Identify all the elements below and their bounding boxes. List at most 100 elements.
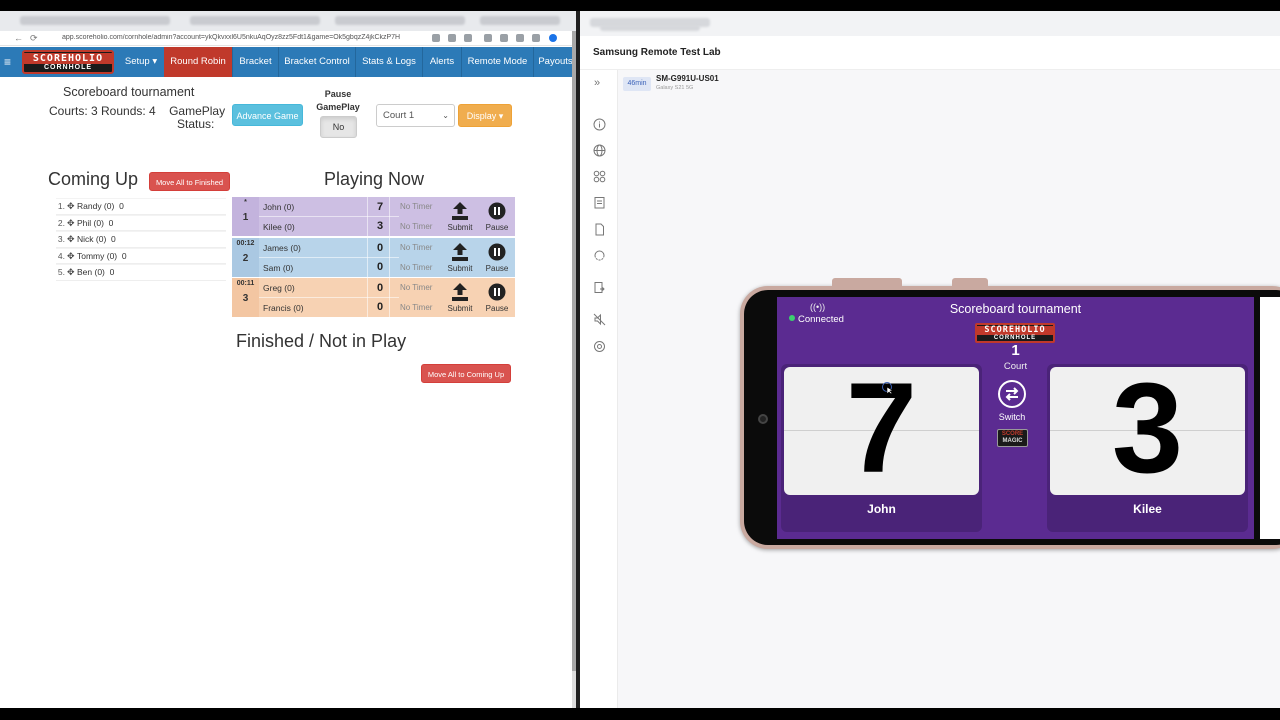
apps-icon[interactable]: [593, 170, 606, 183]
switch-icon[interactable]: [997, 379, 1027, 409]
pause-label-line2: GamePlay: [316, 102, 360, 112]
nav-round-robin[interactable]: Round Robin: [164, 47, 232, 77]
player-name: Randy (0) 0: [77, 201, 124, 211]
profile-icon[interactable]: [549, 34, 557, 42]
court-number: 1: [1011, 342, 1020, 359]
item-number: 3.: [57, 234, 65, 244]
nav-bracket[interactable]: Bracket: [232, 47, 278, 77]
column-divider: [367, 238, 368, 277]
browser-tab[interactable]: [335, 16, 465, 25]
extension-icon[interactable]: [532, 34, 540, 42]
column-divider: [389, 238, 390, 277]
nav-remote-mode[interactable]: Remote Mode: [461, 47, 533, 77]
no-timer-label: No Timer: [400, 243, 433, 252]
pause-button[interactable]: Pause: [480, 199, 514, 235]
submit-button[interactable]: Submit: [443, 280, 477, 316]
submit-label: Submit: [447, 264, 473, 273]
clipboard-icon[interactable]: [593, 196, 606, 209]
player-2-score[interactable]: 0: [377, 261, 383, 273]
list-item[interactable]: 3. ✥ Nick (0) 0: [56, 231, 226, 248]
submit-label: Submit: [447, 223, 473, 232]
logo-text-top: SCOREHOLIO: [977, 326, 1053, 335]
scoreholio-logo[interactable]: SCOREHOLIO CORNHOLE: [22, 50, 114, 74]
settings-icon[interactable]: [593, 340, 606, 353]
expand-icon[interactable]: »: [594, 77, 600, 89]
mute-icon[interactable]: [593, 313, 606, 326]
nav-bracket-control[interactable]: Bracket Control: [278, 47, 355, 77]
phone-volume-button[interactable]: [832, 278, 902, 286]
drag-handle-icon[interactable]: ✥: [67, 249, 75, 264]
pause-button[interactable]: Pause: [480, 280, 514, 316]
phone-screen[interactable]: ((•)) Connected Scoreboard tournament SC…: [777, 297, 1254, 539]
right-score-card[interactable]: 3: [1050, 367, 1245, 495]
nav-payouts[interactable]: Payouts: [533, 47, 576, 77]
extension-icon[interactable]: [516, 34, 524, 42]
drag-handle-icon[interactable]: ✥: [67, 216, 75, 231]
tournament-title: Scoreboard tournament: [63, 85, 195, 99]
display-button[interactable]: Display ▾: [458, 104, 512, 127]
drag-handle-icon[interactable]: ✥: [67, 199, 75, 214]
player-1-name: Greg (0): [263, 283, 295, 293]
menu-icon[interactable]: ≡: [4, 55, 14, 69]
nav-alerts[interactable]: Alerts: [422, 47, 461, 77]
list-item[interactable]: 5. ✥ Ben (0) 0: [56, 264, 226, 281]
player-1-score[interactable]: 7: [377, 201, 383, 213]
row-divider: [259, 297, 399, 298]
magic-text-bottom: MAGIC: [1002, 438, 1023, 444]
browser-tab[interactable]: [20, 16, 170, 25]
magic-text-top: SCORE: [1001, 431, 1024, 437]
nav-stats-logs[interactable]: Stats & Logs: [355, 47, 422, 77]
file-icon[interactable]: [593, 223, 606, 236]
edge-panel[interactable]: [1260, 297, 1280, 539]
player-1-score[interactable]: 0: [377, 242, 383, 254]
star-icon[interactable]: [464, 34, 472, 42]
list-item[interactable]: 1. ✥ Randy (0) 0: [56, 198, 226, 215]
court-select[interactable]: Court 1 ⌄: [376, 104, 455, 127]
phone-device: ((•)) Connected Scoreboard tournament SC…: [740, 278, 1280, 549]
chevron-down-icon: ⌄: [442, 111, 449, 120]
nav-setup[interactable]: Setup ▾: [118, 47, 164, 77]
right-score[interactable]: 3: [1050, 367, 1245, 495]
share-icon[interactable]: [448, 34, 456, 42]
column-divider: [389, 278, 390, 317]
globe-icon[interactable]: [593, 144, 606, 157]
submit-button[interactable]: Submit: [443, 199, 477, 235]
player-2-name: Kilee (0): [263, 222, 295, 232]
move-all-to-coming-up-button[interactable]: Move All to Coming Up: [421, 364, 511, 383]
item-number: 4.: [57, 250, 65, 261]
browser-tab[interactable]: [480, 16, 560, 25]
submit-button[interactable]: Submit: [443, 240, 477, 276]
list-item[interactable]: 2. ✥ Phil (0) 0: [56, 214, 226, 231]
extension-icon[interactable]: [500, 34, 508, 42]
extension-icon[interactable]: [484, 34, 492, 42]
column-divider: [389, 197, 390, 236]
court-timer: 00:12: [236, 240, 255, 247]
url-text[interactable]: app.scoreholio.com/cornhole/admin?accoun…: [62, 34, 422, 41]
player-name: Ben (0) 0: [77, 267, 115, 277]
pause-label: Pause: [485, 264, 509, 273]
drag-handle-icon[interactable]: ✥: [67, 265, 75, 280]
row-divider: [259, 257, 399, 258]
browser-tab[interactable]: [190, 16, 320, 25]
install-icon[interactable]: [593, 281, 606, 294]
player-2-score[interactable]: 0: [377, 301, 383, 313]
move-all-to-finished-button[interactable]: Move All to Finished: [149, 172, 230, 191]
zoom-icon[interactable]: [432, 34, 440, 42]
pause-button[interactable]: Pause: [480, 240, 514, 276]
gameplay-label: GamePlay: [169, 104, 226, 118]
list-item[interactable]: 4. ✥ Tommy (0) 0: [56, 247, 226, 264]
refresh-icon[interactable]: ⟳: [30, 33, 38, 44]
item-number: 1.: [57, 201, 65, 211]
drag-handle-icon[interactable]: ✥: [67, 232, 75, 247]
player-2-score[interactable]: 3: [377, 220, 383, 232]
advance-game-button[interactable]: Advance Game: [232, 104, 303, 126]
info-icon[interactable]: [593, 118, 606, 131]
player-1-score[interactable]: 0: [377, 282, 383, 294]
pause-gameplay-toggle[interactable]: No: [320, 116, 357, 138]
phone-power-button[interactable]: [952, 278, 988, 286]
rotate-icon[interactable]: [593, 249, 606, 262]
pause-gameplay-label: Pause GamePlay: [315, 88, 361, 114]
logo-text-bottom: CORNHOLE: [43, 64, 93, 71]
browser-tab[interactable]: [600, 25, 700, 31]
back-icon[interactable]: ←: [14, 33, 23, 43]
